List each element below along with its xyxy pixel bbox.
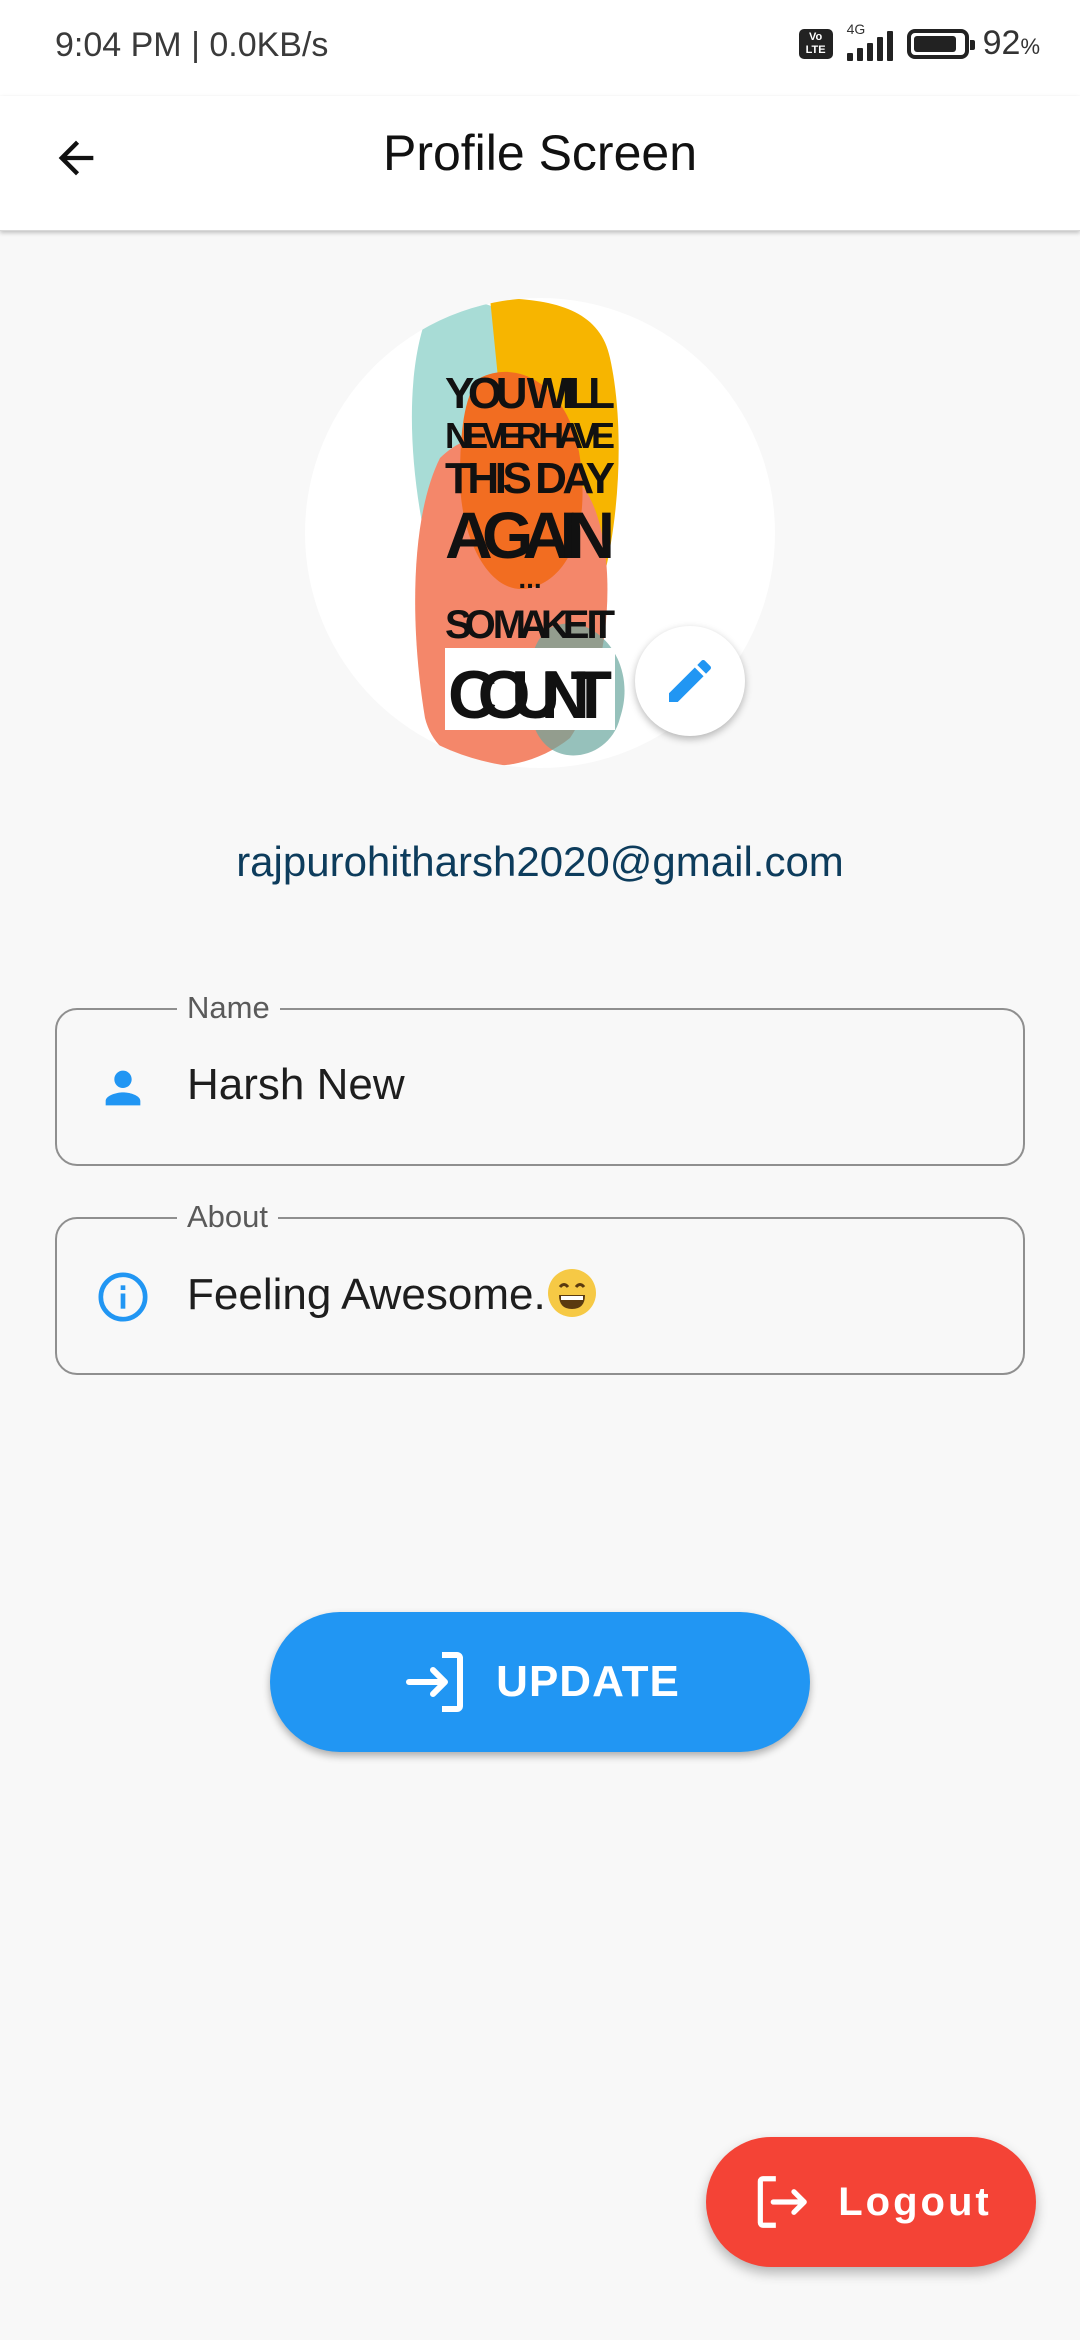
battery-percent: 92 [982,24,1021,62]
battery-level: 92% [983,24,1040,63]
logout-button[interactable]: Logout [706,2137,1036,2267]
logout-button-label: Logout [838,2179,992,2224]
name-field[interactable]: Name [55,990,1025,1166]
name-input[interactable] [187,1060,987,1110]
battery-unit: % [1020,34,1040,59]
about-input-text: Feeling Awesome. [187,1270,546,1319]
update-button-label: UPDATE [496,1657,680,1706]
motivational-poster-image: YOU WILL NEVER HAVE THIS DAY AGAIN ... S… [411,298,625,766]
poster-line-6: SO MAKE IT [445,603,615,647]
user-email: rajpurohitharsh2020@gmail.com [236,838,844,885]
poster-line-4: AGAIN [445,498,615,572]
about-field-label: About [177,1199,279,1235]
poster-line-5: ... [518,563,541,594]
name-field-label: Name [177,990,280,1026]
update-button[interactable]: UPDATE [270,1612,810,1752]
pencil-icon [669,659,712,702]
status-icons: Vo LTE 4G 92% [798,21,1040,63]
login-icon [406,1652,464,1712]
page-title: Profile Screen [382,125,698,181]
info-icon [95,1269,151,1325]
status-time-speed: 9:04 PM | 0.0KB/s [55,26,329,64]
battery-icon [906,28,975,59]
status-bar: 9:04 PM | 0.0KB/s Vo LTE 4G 92% [0,0,1080,96]
grinning-emoji-icon [547,1269,596,1317]
poster-line-7: COUNT [448,657,612,733]
network-type: 4G [846,20,866,37]
profile-avatar-container: YOU WILL NEVER HAVE THIS DAY AGAIN ... S… [305,298,775,768]
volte-icon: Vo LTE [798,28,833,59]
person-icon [95,1060,151,1116]
poster-line-3: THIS DAY [445,454,615,503]
about-input[interactable]: Feeling Awesome. [187,1269,987,1320]
signal-icon: 4G [846,21,893,61]
logout-icon [758,2176,808,2228]
app-bar: Profile Screen [0,96,1080,231]
poster-line-2: NEVER HAVE [445,415,615,456]
about-field[interactable]: About Feeling Awesome. [55,1199,1025,1375]
edit-avatar-button[interactable] [635,626,745,736]
poster-line-1: YOU WILL [445,369,615,418]
